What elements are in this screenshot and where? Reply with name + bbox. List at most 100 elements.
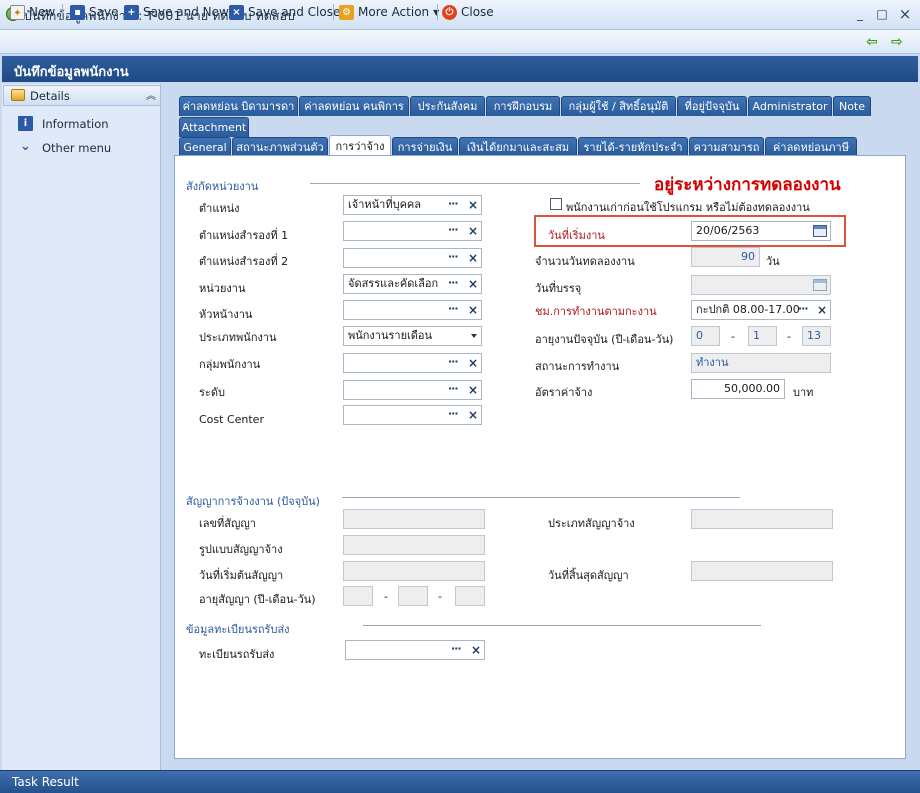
contract-age-separator: - [384,590,388,603]
tab-regular-income-deduction[interactable]: รายได้-รายหักประจำ [578,137,688,156]
tab-payment[interactable]: การจ่ายเงิน [392,137,458,156]
forward-arrow-icon[interactable]: ⇨ [891,34,903,50]
tab-personal-status[interactable]: สถานะภาพส่วนตัว [232,137,328,156]
lookup-dots-icon[interactable]: ··· [448,196,459,212]
tab-note[interactable]: Note [833,96,871,116]
lookup-dots-icon[interactable]: ··· [448,354,459,370]
clear-x-icon[interactable]: × [468,275,478,293]
task-result-bar[interactable] [0,770,920,793]
save-and-new-button[interactable]: + Save and New [124,3,229,21]
toolbar [0,30,920,54]
calendar-icon[interactable] [813,279,827,291]
employee-group-field[interactable]: ··· × [343,353,482,373]
lookup-dots-icon[interactable]: ··· [448,249,459,265]
label-employee-group: กลุ่มพนักงาน [199,358,261,371]
start-date-value: 20/06/2563 [696,224,760,237]
save-new-icon: + [124,4,139,20]
position-field[interactable]: เจ้าหน้าที่บุคคล ··· × [343,195,482,215]
maximize-button[interactable]: □ [874,6,890,22]
no-probation-checkbox[interactable] [550,198,562,210]
tab-income-carried[interactable]: เงินได้ยกมาและสะสม [459,137,577,156]
clear-x-icon[interactable]: × [468,249,478,267]
clear-x-icon[interactable]: × [817,301,827,319]
shuttle-plate-field[interactable]: ··· × [345,640,485,660]
label-cost-center: Cost Center [199,413,264,426]
label-alt-position-1: ตำแหน่งสำรองที่ 1 [199,229,289,242]
clear-x-icon[interactable]: × [468,301,478,319]
minimize-button[interactable]: _ [852,6,868,22]
label-probation-days: จำนวนวันทดลองงาน [535,255,635,268]
tab-skills[interactable]: ความสามารถ [689,137,764,156]
tab-administrator[interactable]: Administrator [748,96,832,116]
contract-start-field [343,561,485,581]
clear-x-icon[interactable]: × [471,641,481,659]
lookup-dots-icon[interactable]: ··· [448,222,459,238]
more-action-label: More Action [358,5,430,19]
sidebar-section-title: Details [30,89,70,103]
salary-field[interactable]: 50,000.00 [691,379,785,399]
tab-general[interactable]: General [179,137,231,156]
contract-age-separator: - [438,590,442,603]
tab-social-security[interactable]: ประกันสังคม [410,96,485,116]
close-label: Close [461,5,494,19]
tab-attachment[interactable]: Attachment [179,117,249,137]
start-date-field[interactable]: 20/06/2563 [691,221,831,241]
toolbar-separator [62,4,63,20]
dropdown-arrow-icon[interactable] [471,334,477,338]
clear-x-icon[interactable]: × [468,381,478,399]
more-action-button[interactable]: ⚙ More Action ▼ [339,3,439,21]
close-button[interactable]: ⏻ Close [442,3,494,21]
back-arrow-icon[interactable]: ⇦ [866,34,878,50]
salary-unit: บาท [793,386,814,399]
confirm-date-field[interactable] [691,275,831,295]
lookup-dots-icon[interactable]: ··· [448,381,459,397]
supervisor-field[interactable]: ··· × [343,300,482,320]
work-hours-field[interactable]: กะปกติ 08.00-17.00 ··· × [691,300,831,320]
save-and-close-button[interactable]: × Save and Close [229,3,340,21]
department-field[interactable]: จัดสรรและคัดเลือก ··· × [343,274,482,294]
collapse-chevron-icon[interactable]: ︽ [146,87,156,102]
clear-x-icon[interactable]: × [468,222,478,240]
cost-center-field[interactable]: ··· × [343,405,482,425]
tab-user-group[interactable]: กลุ่มผู้ใช้ / สิทธิ์อนุมัติ [561,96,676,116]
sidebar-details-header[interactable] [3,85,161,106]
new-button[interactable]: ✦ New [10,3,55,21]
tab-training[interactable]: การฝึกอบรม [486,96,560,116]
tab-tax-deduction[interactable]: ค่าลดหย่อนภาษี [765,137,857,156]
age-days-field: 13 [802,326,831,346]
lookup-dots-icon[interactable]: ··· [798,301,809,317]
employee-type-select[interactable]: พนักงานรายเดือน [343,326,482,346]
sidebar-item-other-menu[interactable]: ⌄ Other menu [18,140,111,155]
clear-x-icon[interactable]: × [468,354,478,372]
calendar-icon[interactable] [813,225,827,237]
info-icon: i [18,116,33,131]
tab-disabled-deduction[interactable]: ค่าลดหย่อน คนพิการ [299,96,409,116]
tab-parent-deduction[interactable]: ค่าลดหย่อน บิดามารดา [179,96,298,116]
save-label: Save [89,5,119,19]
clear-x-icon[interactable]: × [468,406,478,424]
alt-position-2-field[interactable]: ··· × [343,248,482,268]
sidebar-item-information[interactable]: i Information [18,116,109,131]
tab-employment[interactable]: การว่าจ้าง [329,135,391,156]
label-supervisor: หัวหน้างาน [199,308,253,321]
label-alt-position-2: ตำแหน่งสำรองที่ 2 [199,255,289,268]
more-action-icon: ⚙ [339,4,354,20]
lookup-dots-icon[interactable]: ··· [448,406,459,422]
level-field[interactable]: ··· × [343,380,482,400]
alt-position-1-field[interactable]: ··· × [343,221,482,241]
toolbar-separator [333,4,334,20]
form-header [2,56,918,82]
probation-unit: วัน [766,255,780,268]
save-button[interactable]: ▪ Save [70,3,118,21]
lookup-dots-icon[interactable]: ··· [451,641,462,657]
employee-type-value: พนักงานรายเดือน [348,329,433,342]
age-separator: - [731,330,735,343]
label-contract-no: เลขที่สัญญา [199,517,256,530]
contract-form-field [343,535,485,555]
clear-x-icon[interactable]: × [468,196,478,214]
tab-current-address[interactable]: ที่อยู่ปัจจุบัน [677,96,747,116]
lookup-dots-icon[interactable]: ··· [448,301,459,317]
contract-no-field [343,509,485,529]
close-window-button[interactable]: × [897,6,913,22]
lookup-dots-icon[interactable]: ··· [448,275,459,291]
